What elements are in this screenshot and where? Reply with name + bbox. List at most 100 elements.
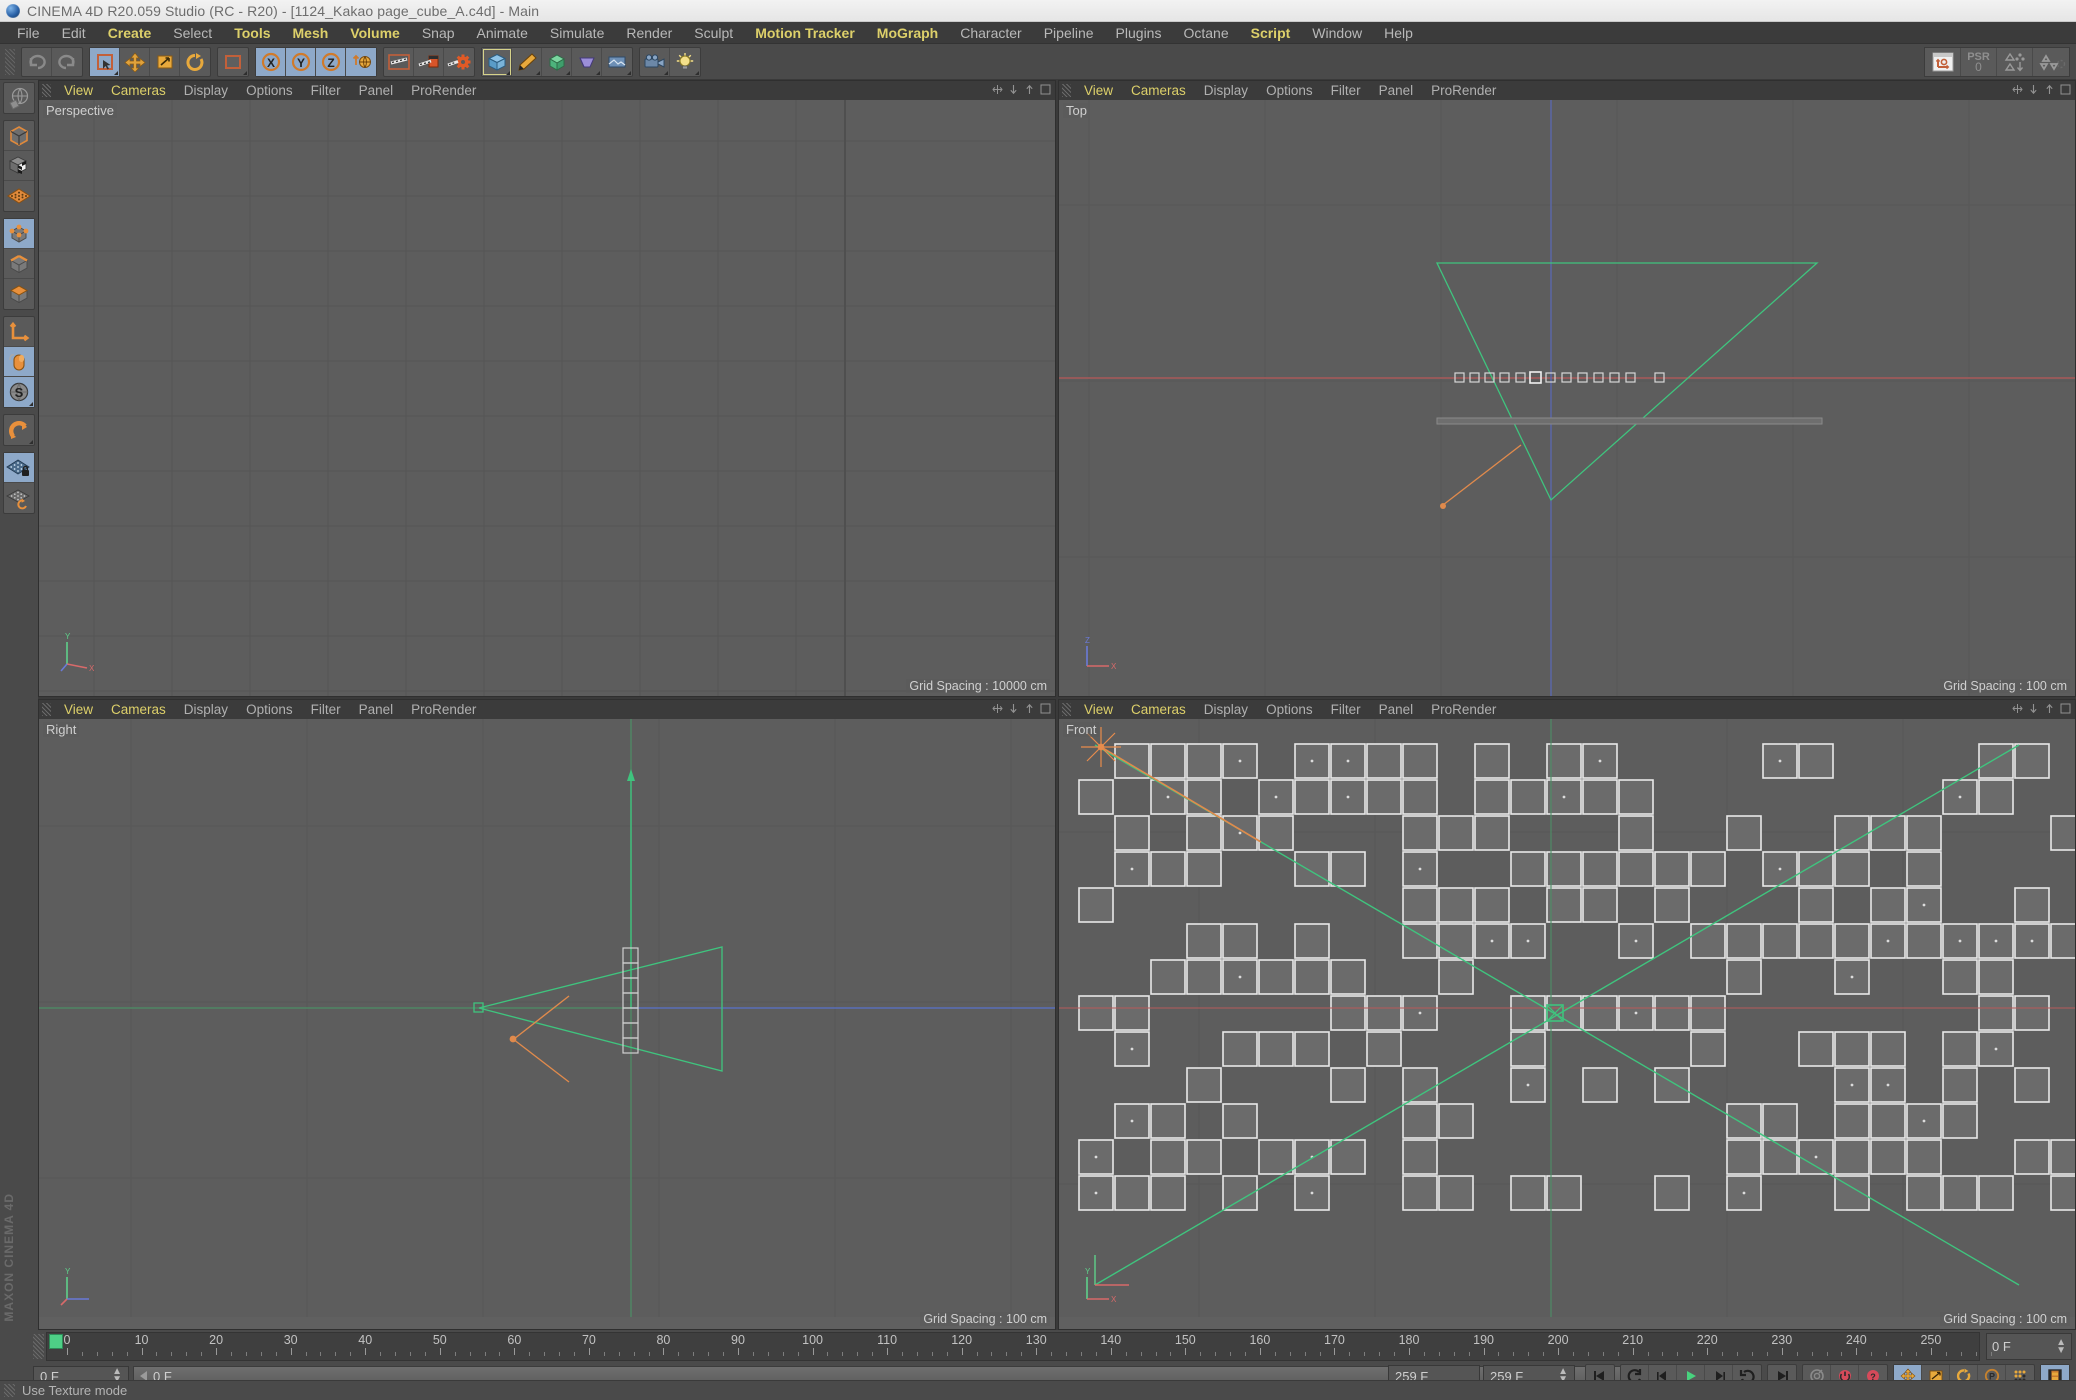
rotate-tool-icon[interactable] (180, 48, 210, 76)
add-camera-icon[interactable] (640, 47, 670, 76)
viewport-menu-item-options[interactable]: Options (1257, 700, 1322, 719)
viewport-body-top[interactable]: Top Grid Spacing : 100 cm Z X (1059, 100, 2075, 696)
lock-z-axis-icon[interactable]: Z (316, 47, 346, 76)
live-selection-icon[interactable] (218, 48, 248, 76)
viewport-grip[interactable] (1062, 703, 1071, 716)
menu-item-help[interactable]: Help (1373, 22, 1424, 44)
maximize-viewport-icon[interactable] (992, 84, 1003, 95)
viewport-up-icon[interactable] (1024, 703, 1035, 714)
viewport-menu-item-prorender[interactable]: ProRender (1422, 700, 1505, 719)
subdivision-icon[interactable] (1997, 48, 2033, 76)
viewport-body-perspective[interactable]: Perspective Grid Spacing : 10000 cm Y X (39, 100, 1055, 696)
viewport-up-icon[interactable] (2044, 703, 2055, 714)
add-deformer-icon[interactable] (572, 47, 602, 76)
maximize-viewport-icon[interactable] (2012, 703, 2023, 714)
viewport-menu-item-filter[interactable]: Filter (302, 700, 350, 719)
viewport-menu-item-display[interactable]: Display (175, 700, 237, 719)
menu-item-motion-tracker[interactable]: Motion Tracker (744, 22, 866, 44)
menu-item-pipeline[interactable]: Pipeline (1033, 22, 1105, 44)
edges-mode-icon[interactable] (4, 249, 34, 279)
viewport-body-front[interactable]: Front Grid Spacing : 100 cm Y X (1059, 719, 2075, 1329)
viewport-down-icon[interactable] (2028, 703, 2039, 714)
redo-icon[interactable] (52, 48, 82, 76)
object-axis-mode-icon[interactable] (4, 317, 34, 347)
viewport-menu-item-panel[interactable]: Panel (1370, 700, 1423, 719)
move-tool-icon[interactable] (120, 47, 150, 76)
timeline-end-frame-field[interactable]: 0 F ▲ ▼ (1986, 1333, 2072, 1360)
menu-item-sculpt[interactable]: Sculpt (683, 22, 744, 44)
soft-selection-icon[interactable]: S (4, 377, 34, 407)
world-object-coordinates-icon[interactable] (346, 47, 376, 76)
viewport-down-icon[interactable] (1008, 703, 1019, 714)
menu-item-window[interactable]: Window (1301, 22, 1373, 44)
toolbar-grip[interactable] (5, 48, 15, 75)
menu-item-character[interactable]: Character (949, 22, 1032, 44)
viewport-menu-item-cameras[interactable]: Cameras (1122, 81, 1195, 100)
viewport-menu-item-prorender[interactable]: ProRender (402, 81, 485, 100)
viewport-menu-item-options[interactable]: Options (1257, 81, 1322, 100)
texture-mode-icon[interactable] (4, 151, 34, 181)
maximize-viewport-icon[interactable] (992, 703, 1003, 714)
make-editable-icon[interactable] (4, 83, 34, 113)
menu-item-plugins[interactable]: Plugins (1105, 22, 1173, 44)
lock-x-axis-icon[interactable]: X (256, 47, 286, 76)
viewport-menu-item-panel[interactable]: Panel (350, 81, 403, 100)
viewport-menu-item-view[interactable]: View (1075, 81, 1122, 100)
viewport-single-icon[interactable] (1040, 84, 1051, 95)
viewport-body-right[interactable]: Right Grid Spacing : 100 cm Y (39, 719, 1055, 1329)
model-mode-icon[interactable] (4, 121, 34, 151)
menu-item-create[interactable]: Create (97, 22, 163, 44)
viewport-single-icon[interactable] (1040, 703, 1051, 714)
maximize-viewport-icon[interactable] (2012, 84, 2023, 95)
status-grip[interactable] (4, 1384, 15, 1397)
viewport-menu-item-filter[interactable]: Filter (302, 81, 350, 100)
menu-item-volume[interactable]: Volume (339, 22, 411, 44)
viewport-menu-item-display[interactable]: Display (175, 81, 237, 100)
render-settings-icon[interactable] (444, 48, 474, 76)
add-spline-pen-icon[interactable] (512, 47, 542, 76)
viewport-menu-item-view[interactable]: View (1075, 700, 1122, 719)
menu-item-select[interactable]: Select (162, 22, 223, 44)
timeline-playhead[interactable] (49, 1334, 63, 1349)
viewport-single-icon[interactable] (2060, 84, 2071, 95)
coordinate-system-icon[interactable] (1925, 48, 1961, 76)
viewport-solo-icon[interactable] (4, 347, 34, 377)
menu-item-animate[interactable]: Animate (466, 22, 539, 44)
recycle-icon[interactable] (2033, 48, 2069, 76)
viewport-perspective[interactable]: View Cameras Display Options Filter Panel ProR… (38, 80, 1056, 697)
add-environment-icon[interactable] (602, 48, 632, 76)
timeline-grip[interactable] (33, 1334, 44, 1359)
enable-snap-magnet-icon[interactable] (4, 415, 34, 445)
menu-item-snap[interactable]: Snap (411, 22, 466, 44)
viewport-menu-item-options[interactable]: Options (237, 81, 302, 100)
viewport-grip[interactable] (42, 703, 51, 716)
viewport-menu-item-prorender[interactable]: ProRender (402, 700, 485, 719)
timeline-ruler[interactable]: 0 10 20 30 40 50 60 70 80 90 100 110 120 130 140 150 160… (46, 1332, 1992, 1361)
add-light-icon[interactable] (670, 48, 700, 76)
viewport-menu-item-view[interactable]: View (55, 81, 102, 100)
menu-item-tools[interactable]: Tools (223, 22, 281, 44)
menu-item-file[interactable]: File (6, 22, 51, 44)
viewport-menu-item-options[interactable]: Options (237, 700, 302, 719)
workplane-rotate-icon[interactable] (4, 483, 34, 513)
viewport-menu-item-cameras[interactable]: Cameras (1122, 700, 1195, 719)
viewport-menu-item-cameras[interactable]: Cameras (102, 700, 175, 719)
viewport-menu-item-prorender[interactable]: ProRender (1422, 81, 1505, 100)
select-tool-icon[interactable] (90, 47, 120, 76)
add-generator-icon[interactable] (542, 47, 572, 76)
polygons-mode-icon[interactable] (4, 279, 34, 309)
menu-item-render[interactable]: Render (615, 22, 683, 44)
lock-workplane-icon[interactable] (4, 453, 34, 483)
viewport-down-icon[interactable] (1008, 84, 1019, 95)
scale-tool-icon[interactable] (150, 47, 180, 76)
viewport-front[interactable]: View Cameras Display Options Filter Panel ProR… (1058, 699, 2076, 1330)
spinner-icon[interactable]: ▲▼ (2056, 1337, 2066, 1355)
viewport-menu-item-cameras[interactable]: Cameras (102, 81, 175, 100)
menu-item-edit[interactable]: Edit (51, 22, 97, 44)
viewport-up-icon[interactable] (2044, 84, 2055, 95)
viewport-top[interactable]: View Cameras Display Options Filter Panel ProR… (1058, 80, 2076, 697)
add-cube-primitive-icon[interactable] (482, 47, 512, 76)
viewport-menu-item-filter[interactable]: Filter (1322, 700, 1370, 719)
viewport-up-icon[interactable] (1024, 84, 1035, 95)
undo-icon[interactable] (22, 47, 52, 76)
